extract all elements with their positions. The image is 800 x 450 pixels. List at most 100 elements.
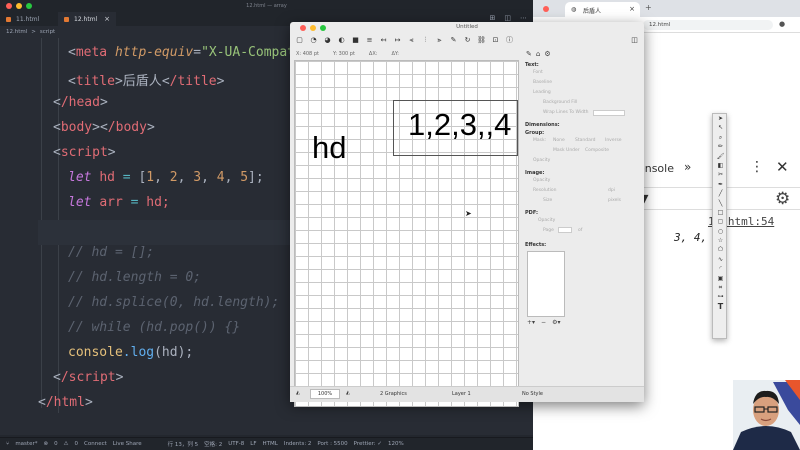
mask-none-radio[interactable]: None (553, 138, 565, 143)
pen-tool-icon[interactable]: ✒ (713, 180, 728, 189)
bezier-tool-icon[interactable]: ∿ (713, 255, 728, 264)
brush-tool-icon[interactable]: 🖌 (713, 152, 728, 161)
zoom-field[interactable]: 100% (310, 389, 340, 399)
add-effect-icon[interactable]: +▾ (527, 319, 535, 326)
properties-inspector-icon[interactable]: ⌂ (536, 50, 540, 58)
direct-select-icon[interactable]: ↖ (713, 123, 728, 132)
image-tool-icon[interactable]: ▣ (713, 274, 728, 283)
live-server-port[interactable]: Port : 5500 (317, 441, 347, 447)
close-devtools-icon[interactable]: ✕ (776, 158, 789, 176)
canvas-text-hd[interactable]: hd (312, 130, 346, 166)
shadow-icon[interactable]: ◐ (336, 35, 347, 45)
prettier-status[interactable]: Prettier: ✓ (354, 441, 382, 447)
gear-icon[interactable]: ⚙ (775, 189, 790, 209)
section-pdf[interactable]: PDF: (525, 210, 538, 216)
zoom-out-icon[interactable]: ◭ (296, 390, 300, 396)
tab-12-html[interactable]: 12.html × (58, 12, 116, 26)
polygon-tool-icon[interactable]: ⬠ (713, 245, 728, 254)
toggle-inspector-icon[interactable]: ◫ (629, 35, 640, 45)
rounded-rect-tool-icon[interactable]: ▢ (713, 217, 728, 226)
warning-count[interactable]: 0 (75, 441, 79, 447)
close-window-button[interactable] (543, 6, 549, 12)
drawing-canvas[interactable]: hd 1,2,3,,4 ➤ (294, 60, 519, 407)
zoom-level[interactable]: 120% (388, 441, 404, 447)
composite-checkbox[interactable]: Composite (585, 148, 609, 153)
fill-tool-icon[interactable]: ◧ (713, 161, 728, 170)
section-group[interactable]: Group: (525, 130, 544, 136)
select-arrow-icon[interactable]: ➤ (713, 114, 728, 123)
breadcrumb-script[interactable]: script (40, 29, 55, 38)
canvas-text-box[interactable]: 1,2,3,,4 (393, 100, 518, 156)
new-tab-icon[interactable]: + (645, 3, 652, 12)
settings-inspector-icon[interactable]: ⚙ (544, 50, 550, 58)
align-center-icon[interactable]: ⫶ (420, 35, 431, 45)
remove-effect-icon[interactable]: − (541, 319, 546, 326)
section-dimensions[interactable]: Dimensions: (525, 122, 560, 128)
page-field[interactable] (558, 227, 572, 233)
git-branch[interactable]: master* (15, 441, 37, 447)
color-swatch-icon[interactable]: ■ (350, 35, 361, 45)
mask-inverse-radio[interactable]: Inverse (605, 138, 622, 143)
line-ending[interactable]: LF (250, 441, 256, 447)
close-tab-icon[interactable]: × (104, 15, 110, 23)
line-style-icon[interactable]: ≡ (364, 35, 375, 45)
arrow-end-icon[interactable]: ↦ (392, 35, 403, 45)
kebab-menu-icon[interactable]: ⋮ (750, 159, 764, 175)
arrow-start-icon[interactable]: ↤ (378, 35, 389, 45)
indents-status[interactable]: Indents: 2 (284, 441, 312, 447)
knife-tool-icon[interactable]: ╱ (713, 189, 728, 198)
align-right-icon[interactable]: ⫸ (434, 35, 445, 45)
rotate-icon[interactable]: ↻ (462, 35, 473, 45)
effects-list[interactable] (527, 251, 565, 317)
section-effects[interactable]: Effects: (525, 242, 546, 248)
graphics-count[interactable]: 2 Graphics (380, 391, 407, 397)
info-icon[interactable]: ⓘ (504, 35, 515, 45)
address-bar[interactable]: 12.html (643, 20, 773, 30)
layer-selector[interactable]: Layer 1 (452, 391, 471, 397)
scissors-tool-icon[interactable]: ✂ (713, 170, 728, 179)
section-image[interactable]: Image: (525, 170, 544, 176)
line-tool-icon[interactable]: ╲ (713, 199, 728, 208)
align-left-icon[interactable]: ⫷ (406, 35, 417, 45)
fill-icon[interactable]: ◔ (308, 35, 319, 45)
breadcrumb-file[interactable]: 12.html (6, 29, 27, 38)
indent-spaces[interactable]: 空格: 2 (204, 440, 222, 448)
pen-icon[interactable]: ✎ (448, 35, 459, 45)
more-actions-icon[interactable]: ⋯ (520, 14, 527, 22)
zoom-tool-icon[interactable]: ⌕ (713, 133, 728, 142)
crop-tool-icon[interactable]: ⌗ (713, 283, 728, 292)
preview-icon[interactable]: ◫ (504, 14, 511, 22)
style-selector[interactable]: No Style (522, 391, 543, 397)
close-tab-icon[interactable]: × (629, 5, 635, 13)
label-wrap-lines[interactable]: Wrap Lines To Width (543, 110, 589, 115)
effect-settings-icon[interactable]: ⚙▾ (552, 319, 560, 326)
pencil-tool-icon[interactable]: ✏ (713, 142, 728, 151)
wrap-width-field[interactable] (593, 110, 625, 116)
tab-11-html[interactable]: 11.html (0, 12, 58, 26)
mask-standard-radio[interactable]: Standard (575, 138, 595, 143)
browser-tab[interactable]: ◍ 后盾人 × (565, 2, 640, 17)
canvas-icon[interactable]: ▢ (294, 35, 305, 45)
language-mode[interactable]: HTML (263, 441, 278, 447)
star-tool-icon[interactable]: ☆ (713, 236, 728, 245)
ellipse-tool-icon[interactable]: ○ (713, 227, 728, 236)
error-count[interactable]: 0 (54, 441, 58, 447)
measure-tool-icon[interactable]: ⊶ (713, 292, 728, 301)
file-encoding[interactable]: UTF-8 (228, 441, 244, 447)
lock-icon[interactable]: ⊡ (490, 35, 501, 45)
cursor-position[interactable]: 行 13，列 5 (168, 440, 199, 448)
arc-tool-icon[interactable]: ◜ (713, 264, 728, 273)
stroke-icon[interactable]: ◕ (322, 35, 333, 45)
mask-under-checkbox[interactable]: Mask Under (553, 148, 580, 153)
zoom-in-icon[interactable]: ◭ (346, 390, 350, 396)
live-share-button[interactable]: Live Share (113, 441, 142, 447)
section-text[interactable]: Text: (525, 62, 539, 68)
label-background-fill[interactable]: Background Fill (543, 100, 577, 105)
rectangle-tool-icon[interactable]: □ (713, 208, 728, 217)
link-icon[interactable]: ⛓ (476, 35, 487, 45)
profile-icon[interactable]: ● (779, 20, 785, 28)
connect-status[interactable]: Connect (84, 441, 107, 447)
text-tool-icon[interactable]: T (713, 302, 728, 311)
style-inspector-icon[interactable]: ✎ (526, 50, 532, 58)
more-tabs-icon[interactable]: » (684, 160, 691, 174)
